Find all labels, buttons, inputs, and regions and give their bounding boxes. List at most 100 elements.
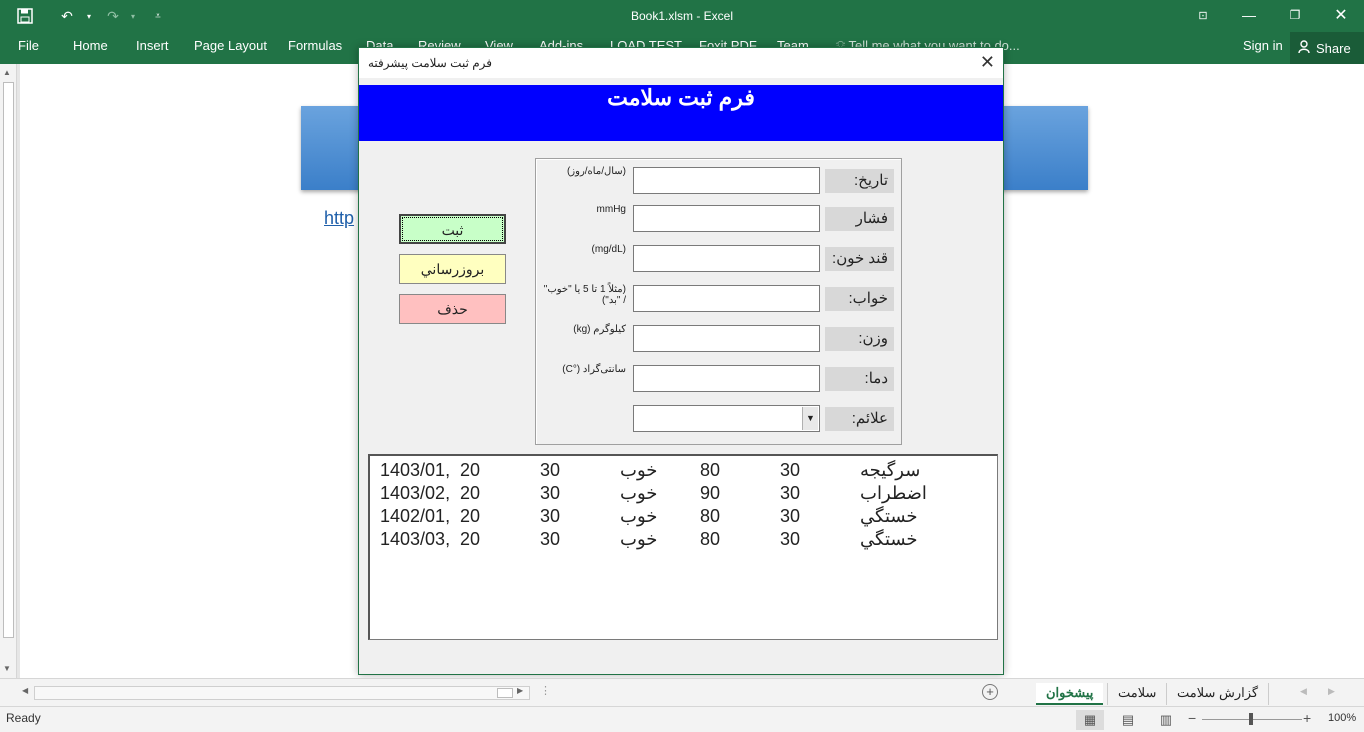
- record-date: 1403/02,: [380, 483, 451, 503]
- record-value-d: 30: [780, 506, 801, 526]
- pressure-label: فشار: [825, 207, 894, 231]
- sleep-input[interactable]: [633, 285, 820, 312]
- record-value-b: 30: [540, 460, 561, 480]
- list-item[interactable]: 1402/01, 20 30 خوب 80 30 خستگي: [370, 504, 996, 527]
- vertical-scrollbar[interactable]: ▲ ▼: [0, 64, 17, 678]
- record-sleep: خوب: [620, 529, 658, 549]
- weight-input[interactable]: [633, 325, 820, 352]
- list-item[interactable]: 1403/02, 20 30 خوب 90 30 اضطراب: [370, 481, 996, 504]
- blood-sugar-input[interactable]: [633, 245, 820, 272]
- tab-insert[interactable]: Insert: [136, 38, 169, 53]
- tab-formulas[interactable]: Formulas: [288, 38, 342, 53]
- record-value-c: 80: [700, 506, 721, 526]
- field-row-blood-sugar: (mg/dL) قند خون:: [536, 244, 903, 274]
- record-value-d: 30: [780, 483, 801, 503]
- tab-file[interactable]: File: [18, 38, 39, 53]
- prev-sheet-icon[interactable]: ◀: [1300, 686, 1307, 697]
- close-window-icon[interactable]: ✕: [1326, 4, 1356, 26]
- scroll-right-icon[interactable]: ▶: [517, 686, 523, 695]
- window-title: Book1.xlsm - Excel: [630, 9, 734, 23]
- ribbon-display-icon[interactable]: ⊡: [1188, 4, 1218, 26]
- tab-home[interactable]: Home: [73, 38, 108, 53]
- record-sleep: خوب: [620, 460, 658, 480]
- record-value-b: 30: [540, 483, 561, 503]
- record-symptom: اضطراب: [860, 483, 927, 503]
- scroll-down-icon[interactable]: ▼: [3, 664, 11, 673]
- list-item[interactable]: 1403/01, 20 30 خوب 80 30 سرگیجه: [370, 458, 996, 481]
- dialog-title-bar: فرم ثبت سلامت پیشرفته ✕: [359, 48, 1003, 78]
- field-row-date: (سال/ماه/روز) تاريخ:: [536, 166, 903, 196]
- field-row-symptoms: ▼ علائم:: [536, 404, 903, 434]
- temperature-label: دما:: [825, 367, 894, 391]
- next-sheet-icon[interactable]: ▶: [1328, 686, 1335, 697]
- pressure-hint: mmHg: [596, 204, 626, 215]
- sheet-tab-health-report[interactable]: گزارش سلامت: [1166, 683, 1270, 705]
- normal-view-icon[interactable]: ▦: [1076, 710, 1104, 730]
- record-symptom: سرگیجه: [860, 460, 921, 480]
- symptoms-combobox[interactable]: ▼: [633, 405, 820, 432]
- record-sleep: خوب: [620, 483, 658, 503]
- field-row-sleep: (مثلاً 1 تا 5 يا "خوب" / "بد") خواب:: [536, 284, 903, 314]
- minimize-icon[interactable]: —: [1234, 4, 1264, 26]
- record-symptom: خستگي: [860, 529, 918, 549]
- symptoms-label: علائم:: [825, 407, 894, 431]
- horizontal-scrollbar[interactable]: [34, 686, 530, 700]
- record-value-a: 20: [460, 506, 481, 526]
- pressure-input[interactable]: [633, 205, 820, 232]
- record-date: 1403/03,: [380, 529, 451, 549]
- record-sleep: خوب: [620, 506, 658, 526]
- record-value-d: 30: [780, 529, 801, 549]
- health-form-dialog: فرم ثبت سلامت پیشرفته ✕ فرم ثبت سلامت ثب…: [358, 47, 1004, 675]
- date-label: تاريخ:: [825, 169, 894, 193]
- close-icon[interactable]: ✕: [980, 52, 995, 73]
- status-bar: Ready ▦ ▤ ▥ − + 100%: [0, 706, 1364, 732]
- sheet-tab-dashboard[interactable]: پیشخوان: [1036, 683, 1104, 705]
- record-value-b: 30: [540, 529, 561, 549]
- delete-button[interactable]: حذف: [399, 294, 506, 324]
- sheet-hyperlink[interactable]: http: [324, 208, 354, 229]
- field-row-pressure: mmHg فشار: [536, 204, 903, 234]
- horizontal-scroll-thumb[interactable]: [497, 688, 513, 698]
- record-date: 1402/01,: [380, 506, 451, 526]
- blood-sugar-label: قند خون:: [825, 247, 894, 271]
- share-button[interactable]: Share: [1290, 32, 1364, 64]
- page-break-view-icon[interactable]: ▥: [1152, 710, 1180, 730]
- weight-label: وزن:: [825, 327, 894, 351]
- sheet-tab-health[interactable]: سلامت: [1107, 683, 1166, 705]
- fields-frame: (سال/ماه/روز) تاريخ: mmHg فشار (mg/dL) ق…: [535, 158, 902, 445]
- weight-hint: کیلوگرم (kg): [573, 324, 626, 335]
- date-input[interactable]: [633, 167, 820, 194]
- sleep-label: خواب:: [825, 287, 894, 311]
- status-ready: Ready: [6, 711, 41, 725]
- list-item[interactable]: 1403/03, 20 30 خوب 80 30 خستگي: [370, 527, 996, 550]
- add-sheet-icon[interactable]: +: [982, 684, 998, 700]
- date-hint: (سال/ماه/روز): [566, 166, 626, 177]
- records-listbox[interactable]: 1403/01, 20 30 خوب 80 30 سرگیجه 1403/02,…: [368, 454, 998, 640]
- sleep-hint: (مثلاً 1 تا 5 يا "خوب" / "بد"): [543, 284, 626, 306]
- page-layout-view-icon[interactable]: ▤: [1114, 710, 1142, 730]
- record-value-b: 30: [540, 506, 561, 526]
- temperature-hint: سانتی‌گراد (°C): [562, 364, 626, 375]
- record-value-d: 30: [780, 460, 801, 480]
- restore-icon[interactable]: ❐: [1280, 4, 1310, 26]
- temperature-input[interactable]: [633, 365, 820, 392]
- vertical-scroll-thumb[interactable]: [3, 82, 14, 638]
- field-row-weight: کیلوگرم (kg) وزن:: [536, 324, 903, 354]
- zoom-in-icon[interactable]: +: [1303, 710, 1311, 726]
- update-button[interactable]: بروزرساني: [399, 254, 506, 284]
- zoom-out-icon[interactable]: −: [1188, 710, 1196, 726]
- record-value-a: 20: [460, 483, 481, 503]
- zoom-slider-thumb[interactable]: [1249, 713, 1253, 725]
- sign-in-link[interactable]: Sign in: [1243, 38, 1283, 53]
- save-button[interactable]: ثبت: [399, 214, 506, 244]
- title-bar: ↶ ▾ ↷ ▾ ⩡ Book1.xlsm - Excel ⊡ — ❐ ✕: [0, 0, 1364, 32]
- scroll-up-icon[interactable]: ▲: [3, 68, 11, 77]
- sheet-tabs-bar: ◀ ▶ ⋮ + پیشخوان سلامت گزارش سلامت ◀ ▶: [0, 678, 1364, 706]
- zoom-level[interactable]: 100%: [1328, 712, 1356, 724]
- scroll-left-icon[interactable]: ◀: [22, 686, 28, 695]
- chevron-down-icon[interactable]: ▼: [802, 407, 818, 430]
- record-symptom: خستگي: [860, 506, 918, 526]
- splitter-handle-icon[interactable]: ⋮: [540, 684, 551, 697]
- record-value-c: 80: [700, 529, 721, 549]
- tab-page-layout[interactable]: Page Layout: [194, 38, 267, 53]
